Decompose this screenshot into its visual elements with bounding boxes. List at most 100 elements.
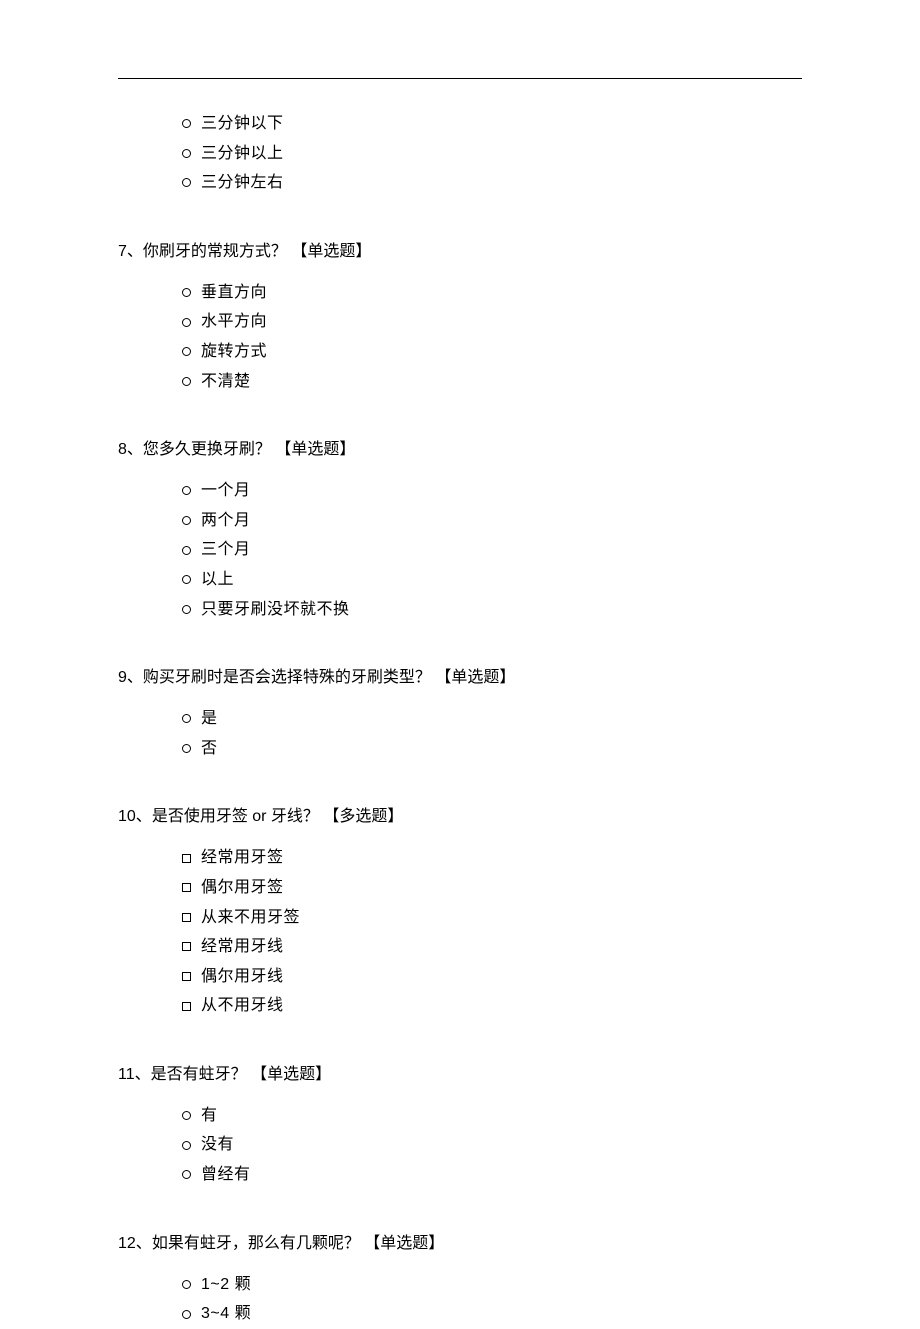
radio-icon — [182, 119, 191, 128]
option-label: 两个月 — [201, 506, 251, 536]
question-text: 8、您多久更换牙刷？ 【单选题】 — [118, 438, 802, 462]
option-label: 从不用牙线 — [201, 991, 284, 1021]
question-text: 10、是否使用牙签 or 牙线？ 【多选题】 — [118, 805, 802, 829]
horizontal-rule — [118, 78, 802, 79]
radio-icon — [182, 546, 191, 555]
option-label: 3~4 颗 — [201, 1299, 251, 1329]
question-number: 8、 — [118, 441, 143, 458]
orphan-options: 三分钟以下三分钟以上三分钟左右 — [182, 109, 802, 198]
option-label: 从来不用牙签 — [201, 903, 300, 933]
question-text: 9、购买牙刷时是否会选择特殊的牙刷类型？ 【单选题】 — [118, 666, 802, 690]
question-number: 7、 — [118, 243, 143, 260]
question-type: 【多选题】 — [323, 808, 403, 825]
option-label: 水平方向 — [201, 307, 267, 337]
checkbox-icon — [182, 1002, 191, 1011]
radio-icon — [182, 288, 191, 297]
option-row[interactable]: 水平方向 — [182, 307, 802, 337]
page-content: 三分钟以下三分钟以上三分钟左右 7、你刷牙的常规方式？ 【单选题】垂直方向水平方… — [0, 0, 920, 1329]
option-label: 不清楚 — [201, 367, 251, 397]
option-row[interactable]: 1~2 颗 — [182, 1270, 802, 1300]
option-label: 经常用牙签 — [201, 843, 284, 873]
options-list: 有没有曾经有 — [182, 1101, 802, 1190]
radio-icon — [182, 516, 191, 525]
option-row[interactable]: 偶尔用牙线 — [182, 962, 802, 992]
question-type: 【单选题】 — [435, 669, 515, 686]
question-type: 【单选题】 — [251, 1066, 331, 1083]
checkbox-icon — [182, 913, 191, 922]
option-row[interactable]: 3~4 颗 — [182, 1299, 802, 1329]
option-row[interactable]: 三分钟左右 — [182, 168, 802, 198]
radio-icon — [182, 377, 191, 386]
question-body: 是否使用牙签 or 牙线？ — [152, 808, 319, 825]
option-row[interactable]: 经常用牙签 — [182, 843, 802, 873]
question-text: 7、你刷牙的常规方式？ 【单选题】 — [118, 240, 802, 264]
question-body: 购买牙刷时是否会选择特殊的牙刷类型？ — [143, 669, 431, 686]
option-label: 旋转方式 — [201, 337, 267, 367]
question-block: 9、购买牙刷时是否会选择特殊的牙刷类型？ 【单选题】是否 — [118, 666, 802, 763]
radio-icon — [182, 178, 191, 187]
option-row[interactable]: 从来不用牙签 — [182, 903, 802, 933]
radio-icon — [182, 1141, 191, 1150]
checkbox-icon — [182, 883, 191, 892]
option-row[interactable]: 垂直方向 — [182, 278, 802, 308]
option-label: 垂直方向 — [201, 278, 267, 308]
option-row[interactable]: 只要牙刷没坏就不换 — [182, 595, 802, 625]
option-label: 是 — [201, 704, 218, 734]
question-type: 【单选题】 — [275, 441, 355, 458]
option-row[interactable]: 三分钟以下 — [182, 109, 802, 139]
radio-icon — [182, 149, 191, 158]
checkbox-icon — [182, 942, 191, 951]
option-label: 有 — [201, 1101, 218, 1131]
option-label: 一个月 — [201, 476, 251, 506]
checkbox-icon — [182, 854, 191, 863]
question-body: 如果有蛀牙，那么有几颗呢？ — [152, 1235, 360, 1252]
radio-icon — [182, 605, 191, 614]
option-label: 三分钟以下 — [201, 109, 284, 139]
option-label: 没有 — [201, 1130, 234, 1160]
question-number: 10、 — [118, 808, 152, 825]
question-type: 【单选题】 — [364, 1235, 444, 1252]
radio-icon — [182, 347, 191, 356]
option-row[interactable]: 否 — [182, 734, 802, 764]
radio-icon — [182, 575, 191, 584]
radio-icon — [182, 744, 191, 753]
question-number: 12、 — [118, 1235, 152, 1252]
question-block: 10、是否使用牙签 or 牙线？ 【多选题】经常用牙签偶尔用牙签从来不用牙签经常… — [118, 805, 802, 1021]
option-label: 三分钟左右 — [201, 168, 284, 198]
question-text: 11、是否有蛀牙？ 【单选题】 — [118, 1063, 802, 1087]
options-list: 是否 — [182, 704, 802, 763]
options-list: 1~2 颗3~4 颗 — [182, 1270, 802, 1329]
option-row[interactable]: 不清楚 — [182, 367, 802, 397]
question-block: 8、您多久更换牙刷？ 【单选题】一个月两个月三个月以上只要牙刷没坏就不换 — [118, 438, 802, 624]
option-label: 偶尔用牙签 — [201, 873, 284, 903]
option-label: 经常用牙线 — [201, 932, 284, 962]
option-label: 曾经有 — [201, 1160, 251, 1190]
option-row[interactable]: 三分钟以上 — [182, 139, 802, 169]
option-row[interactable]: 三个月 — [182, 535, 802, 565]
radio-icon — [182, 1170, 191, 1179]
radio-icon — [182, 1280, 191, 1289]
option-label: 只要牙刷没坏就不换 — [201, 595, 350, 625]
question-body: 你刷牙的常规方式？ — [143, 243, 287, 260]
checkbox-icon — [182, 972, 191, 981]
option-row[interactable]: 是 — [182, 704, 802, 734]
option-row[interactable]: 没有 — [182, 1130, 802, 1160]
option-row[interactable]: 一个月 — [182, 476, 802, 506]
options-list: 经常用牙签偶尔用牙签从来不用牙签经常用牙线偶尔用牙线从不用牙线 — [182, 843, 802, 1021]
option-row[interactable]: 曾经有 — [182, 1160, 802, 1190]
question-block: 11、是否有蛀牙？ 【单选题】有没有曾经有 — [118, 1063, 802, 1190]
option-row[interactable]: 偶尔用牙签 — [182, 873, 802, 903]
option-row[interactable]: 以上 — [182, 565, 802, 595]
option-row[interactable]: 从不用牙线 — [182, 991, 802, 1021]
question-number: 9、 — [118, 669, 143, 686]
option-label: 以上 — [201, 565, 234, 595]
question-body: 您多久更换牙刷？ — [143, 441, 271, 458]
option-row[interactable]: 旋转方式 — [182, 337, 802, 367]
radio-icon — [182, 1111, 191, 1120]
radio-icon — [182, 1310, 191, 1319]
option-row[interactable]: 经常用牙线 — [182, 932, 802, 962]
option-row[interactable]: 有 — [182, 1101, 802, 1131]
radio-icon — [182, 486, 191, 495]
question-type: 【单选题】 — [291, 243, 371, 260]
option-row[interactable]: 两个月 — [182, 506, 802, 536]
